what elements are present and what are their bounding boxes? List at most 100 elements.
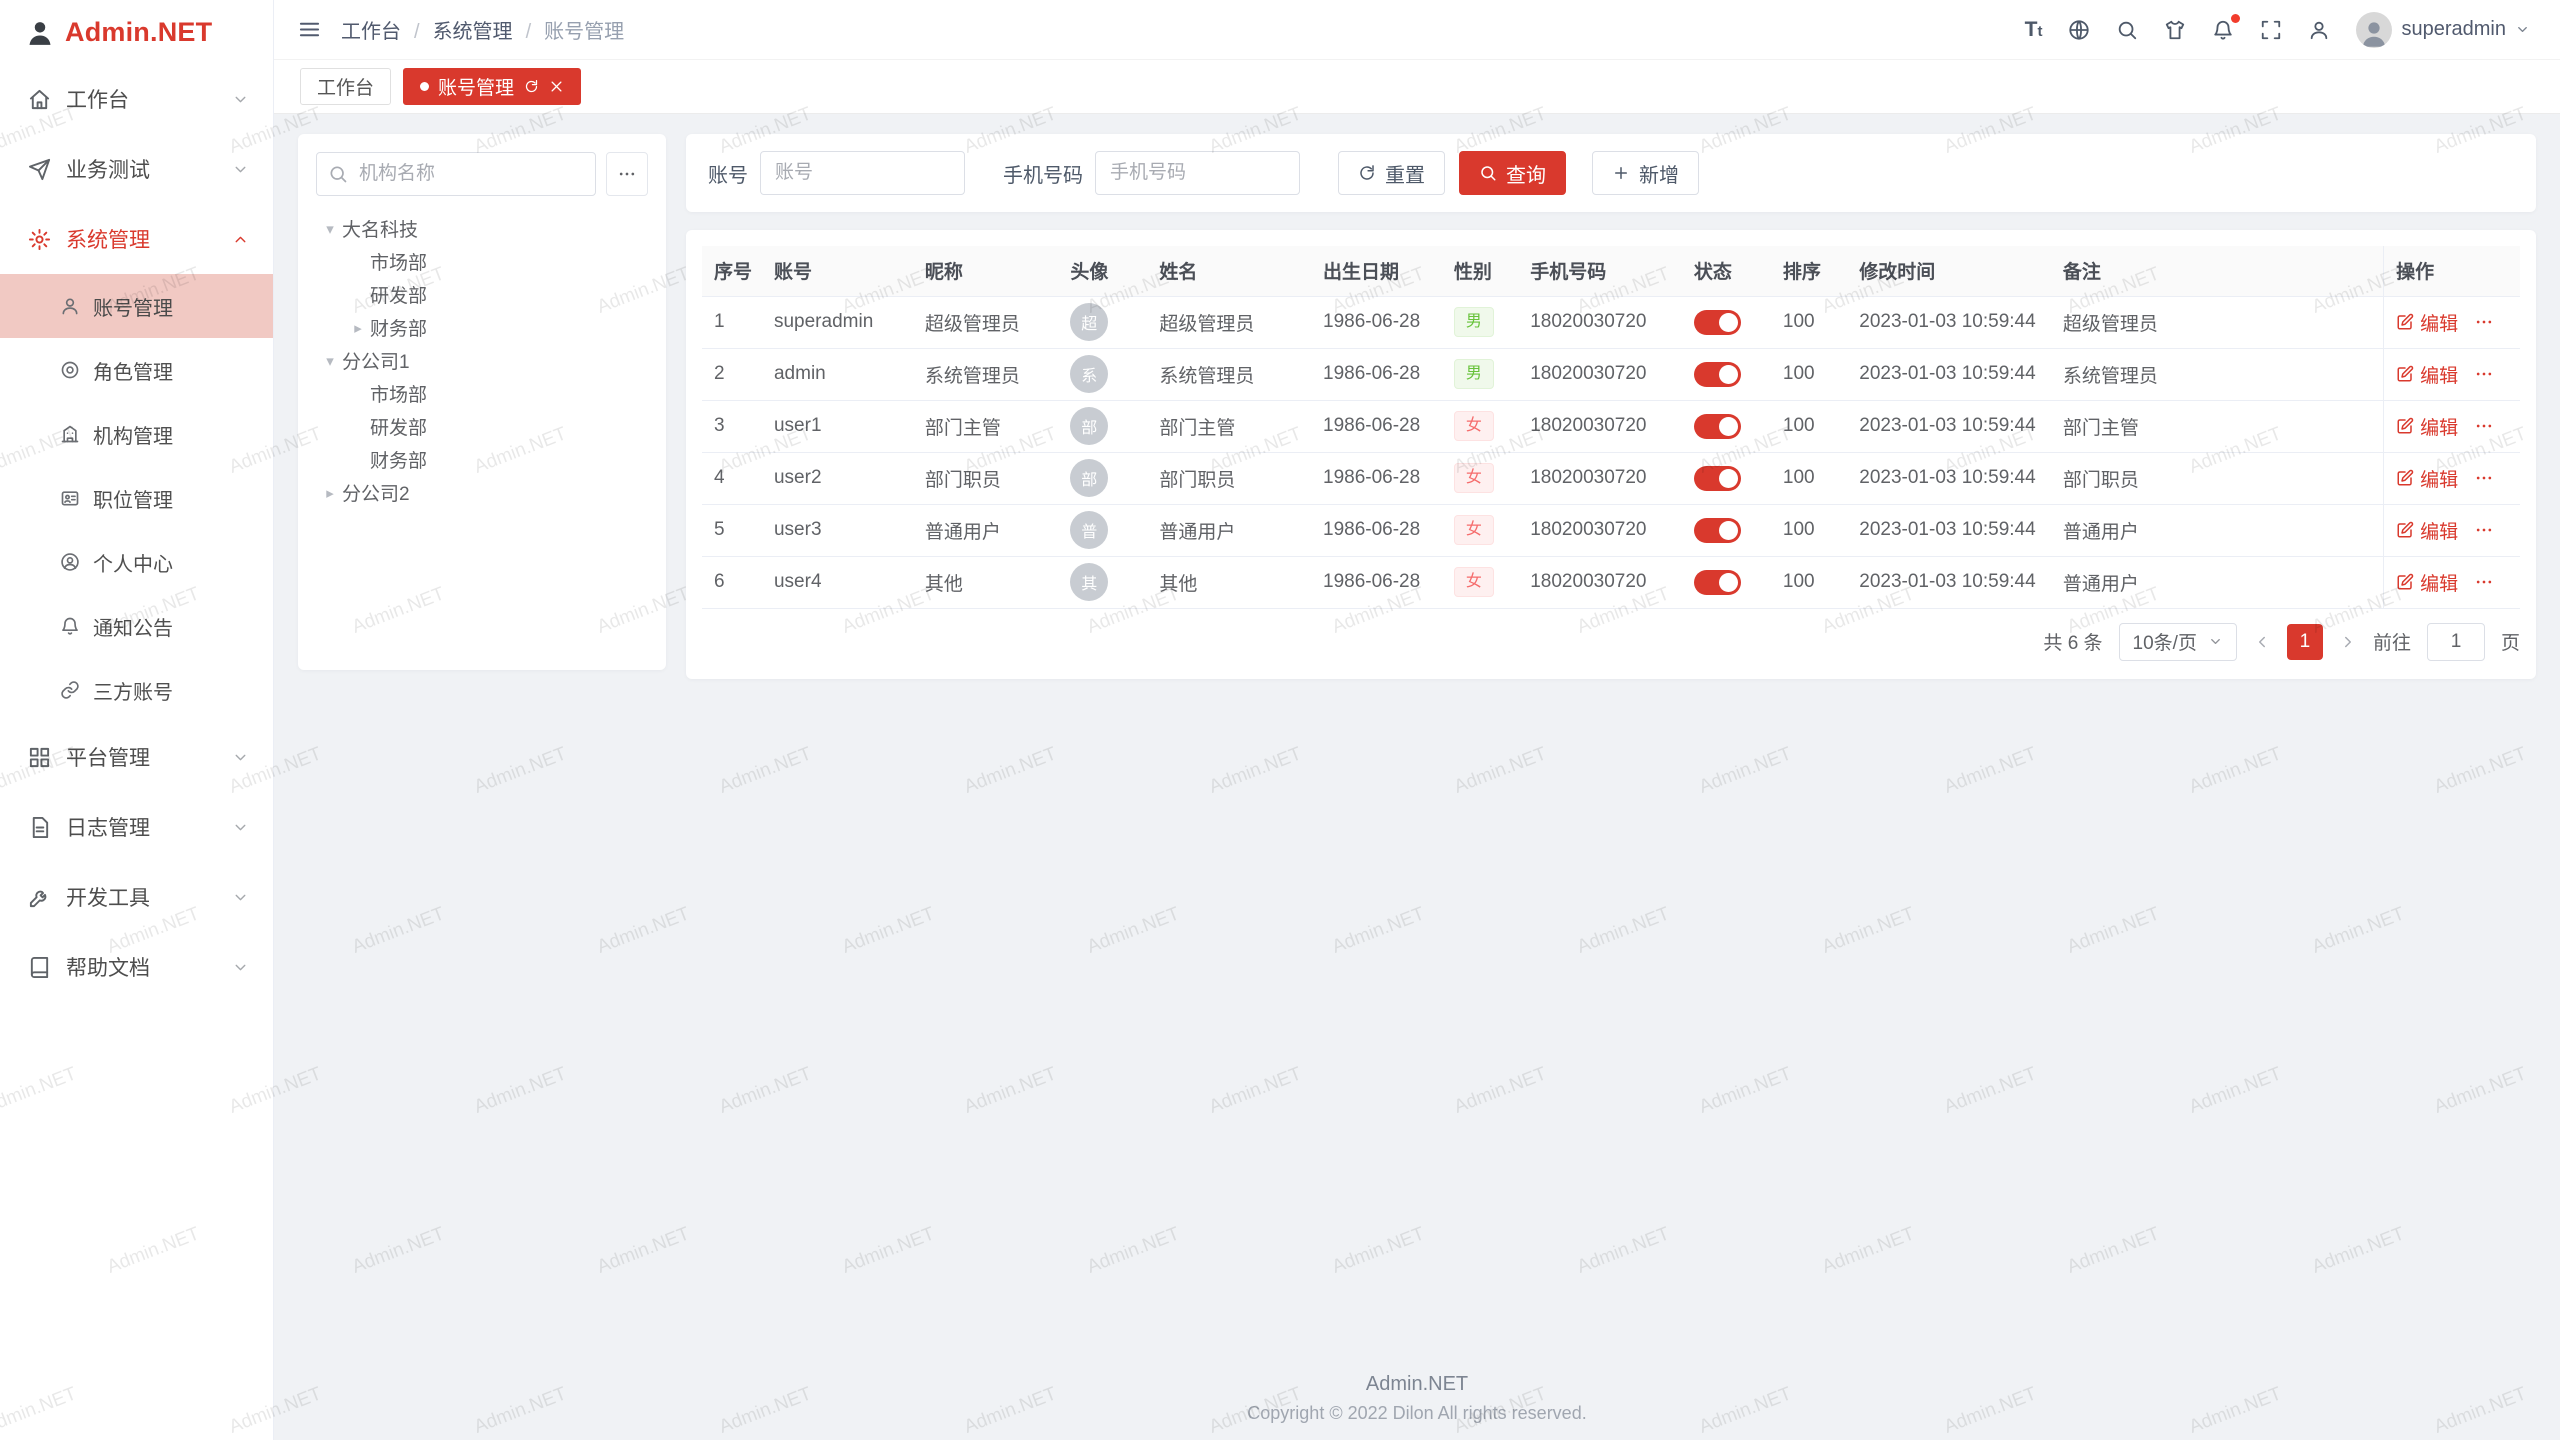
row-more-button[interactable]	[2474, 416, 2494, 436]
org-icon	[60, 424, 80, 444]
close-icon[interactable]	[549, 79, 564, 94]
tab-1[interactable]: 账号管理	[403, 68, 581, 105]
tab-0[interactable]: 工作台	[300, 68, 391, 105]
cell-actions: 编辑	[2384, 556, 2520, 608]
status-toggle[interactable]	[1694, 518, 1741, 543]
cell-birthday: 1986-06-28	[1311, 348, 1442, 400]
cell-nickname: 普通用户	[913, 504, 1058, 556]
sidebar-item-devtools[interactable]: 开发工具	[0, 862, 273, 932]
gender-tag: 女	[1454, 567, 1494, 597]
row-more-button[interactable]	[2474, 572, 2494, 592]
row-more-button[interactable]	[2474, 520, 2494, 540]
notification-icon[interactable]	[2212, 19, 2234, 41]
org-tree-card: ▾大名科技市场部研发部▸财务部▾分公司1市场部研发部财务部▸分公司2	[298, 134, 666, 670]
status-toggle[interactable]	[1694, 414, 1741, 439]
edit-button[interactable]: 编辑	[2396, 413, 2458, 440]
language-icon[interactable]	[2068, 19, 2090, 41]
theme-icon[interactable]	[2164, 19, 2186, 41]
tree-node[interactable]: 市场部	[316, 245, 648, 278]
query-label: 查询	[1506, 159, 1546, 188]
edit-button[interactable]: 编辑	[2396, 569, 2458, 596]
tab-label: 工作台	[317, 73, 374, 100]
edit-button[interactable]: 编辑	[2396, 361, 2458, 388]
column-header-2: 昵称	[913, 246, 1058, 296]
row-more-button[interactable]	[2474, 364, 2494, 384]
reset-button[interactable]: 重置	[1338, 151, 1445, 195]
sidebar-item-system[interactable]: 系统管理	[0, 204, 273, 274]
sidebar-menu: 工作台业务测试系统管理账号管理角色管理机构管理职位管理个人中心通知公告三方账号平…	[0, 64, 273, 1440]
tree-node[interactable]: 市场部	[316, 377, 648, 410]
user-icon[interactable]	[2308, 19, 2330, 41]
logo-icon	[26, 18, 54, 46]
cell-nickname: 系统管理员	[913, 348, 1058, 400]
column-header-5: 出生日期	[1311, 246, 1442, 296]
edit-button[interactable]: 编辑	[2396, 465, 2458, 492]
status-toggle[interactable]	[1694, 570, 1741, 595]
chevron-down-icon	[232, 889, 249, 906]
status-toggle[interactable]	[1694, 310, 1741, 335]
sidebar-item-account[interactable]: 账号管理	[0, 274, 273, 338]
tree-node[interactable]: ▾大名科技	[316, 212, 648, 245]
sidebar-item-workbench[interactable]: 工作台	[0, 64, 273, 134]
breadcrumb-item-workbench[interactable]: 工作台	[341, 15, 401, 44]
org-search-input[interactable]	[316, 152, 596, 196]
cell-account: admin	[762, 348, 913, 400]
row-more-button[interactable]	[2474, 468, 2494, 488]
cell-modified: 2023-01-03 10:59:44	[1847, 504, 2051, 556]
topbar: 工作台 系统管理 账号管理 Tt superadmin	[274, 0, 2560, 60]
tree-node[interactable]: 财务部	[316, 443, 648, 476]
sidebar-item-role[interactable]: 角色管理	[0, 338, 273, 402]
tree-more-button[interactable]	[606, 152, 648, 196]
search-icon[interactable]	[2116, 19, 2138, 41]
fullscreen-icon[interactable]	[2260, 19, 2282, 41]
breadcrumb: 工作台 系统管理 账号管理	[341, 15, 624, 44]
tree-node[interactable]: ▸财务部	[316, 311, 648, 344]
query-button[interactable]: 查询	[1459, 151, 1566, 195]
goto-page-input[interactable]	[2427, 623, 2485, 661]
sidebar-item-log[interactable]: 日志管理	[0, 792, 273, 862]
sidebar-item-label: 账号管理	[93, 292, 173, 321]
sidebar-item-business-test[interactable]: 业务测试	[0, 134, 273, 204]
sidebar-item-post[interactable]: 职位管理	[0, 466, 273, 530]
tree-search-row	[316, 152, 648, 196]
cell-phone: 18020030720	[1518, 400, 1682, 452]
cell-status	[1682, 556, 1771, 608]
sidebar-item-profile[interactable]: 个人中心	[0, 530, 273, 594]
sidebar-item-org[interactable]: 机构管理	[0, 402, 273, 466]
prev-page-button[interactable]	[2253, 633, 2271, 651]
goto-label: 前往	[2373, 628, 2411, 655]
edit-button[interactable]: 编辑	[2396, 517, 2458, 544]
refresh-icon[interactable]	[524, 79, 539, 94]
edit-icon	[2396, 573, 2414, 591]
account-input[interactable]	[760, 151, 965, 195]
add-button[interactable]: 新增	[1592, 151, 1699, 195]
edit-button[interactable]: 编辑	[2396, 309, 2458, 336]
row-more-button[interactable]	[2474, 312, 2494, 332]
font-size-icon[interactable]: Tt	[2025, 19, 2043, 40]
sidebar-item-help[interactable]: 帮助文档	[0, 932, 273, 1002]
tree-node[interactable]: 研发部	[316, 410, 648, 443]
cell-gender: 女	[1442, 452, 1518, 504]
chevron-down-icon	[232, 819, 249, 836]
next-page-button[interactable]	[2339, 633, 2357, 651]
sidebar-item-platform[interactable]: 平台管理	[0, 722, 273, 792]
tree-node[interactable]: ▾分公司1	[316, 344, 648, 377]
cell-status	[1682, 400, 1771, 452]
sidebar-item-notice[interactable]: 通知公告	[0, 594, 273, 658]
breadcrumb-item-system[interactable]: 系统管理	[401, 15, 513, 44]
tree-node[interactable]: 研发部	[316, 278, 648, 311]
page-number-button[interactable]: 1	[2287, 624, 2323, 660]
status-toggle[interactable]	[1694, 466, 1741, 491]
menu-collapse-icon[interactable]	[298, 18, 321, 41]
cell-modified: 2023-01-03 10:59:44	[1847, 556, 2051, 608]
tree-node[interactable]: ▸分公司2	[316, 476, 648, 509]
phone-input[interactable]	[1095, 151, 1300, 195]
cell-order: 100	[1771, 452, 1847, 504]
cell-gender: 女	[1442, 400, 1518, 452]
sidebar-item-third-account[interactable]: 三方账号	[0, 658, 273, 722]
user-menu[interactable]: superadmin	[2356, 12, 2530, 48]
logo[interactable]: Admin.NET	[0, 0, 273, 64]
page-size-select[interactable]: 10条/页	[2119, 623, 2237, 661]
cell-birthday: 1986-06-28	[1311, 556, 1442, 608]
status-toggle[interactable]	[1694, 362, 1741, 387]
